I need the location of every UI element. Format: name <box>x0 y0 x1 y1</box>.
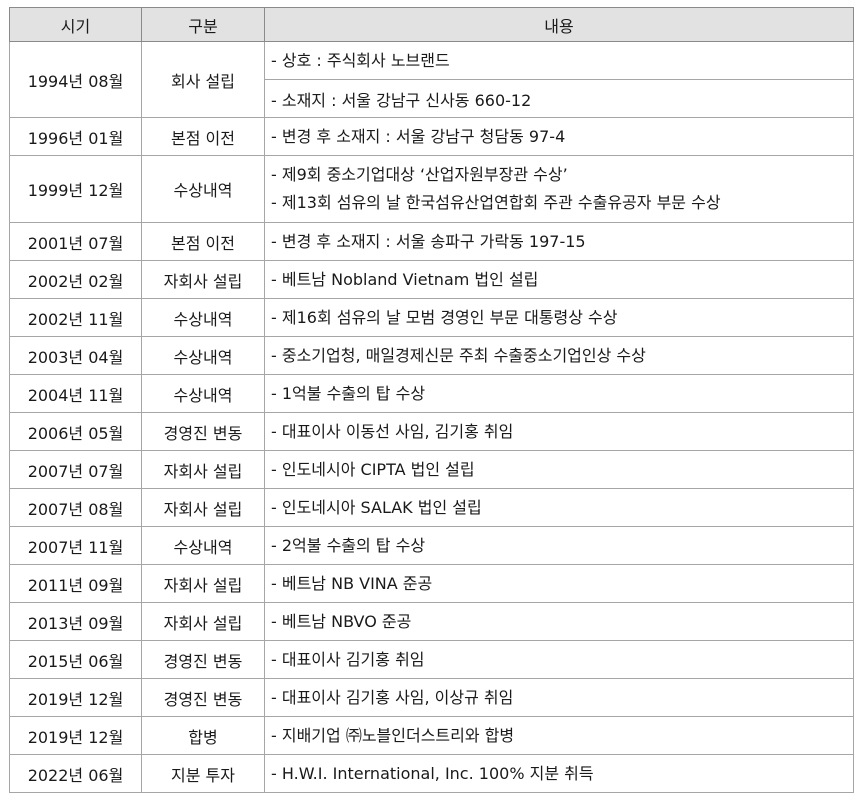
content-line: - 대표이사 김기홍 취임 <box>271 649 425 669</box>
row-category: 수상내역 <box>141 336 265 375</box>
content-line: - 1억불 수출의 탑 수상 <box>271 383 426 403</box>
row-content: - 변경 후 소재지 : 서울 강남구 청담동 97-4 <box>264 117 854 156</box>
content-line: - 변경 후 소재지 : 서울 송파구 가락동 197-15 <box>271 231 586 251</box>
content-line: - 베트남 NBVO 준공 <box>271 611 412 631</box>
row-date: 1996년 01월 <box>9 117 142 156</box>
content-line: - 베트남 Nobland Vietnam 법인 설립 <box>271 269 539 289</box>
content-line: - 인도네시아 SALAK 법인 설립 <box>271 497 482 517</box>
row-category: 본점 이전 <box>141 222 265 261</box>
table-row: 1999년 12월 수상내역 - 제9회 중소기업대상 ‘산업자원부장관 수상’ - … <box>9 155 854 223</box>
row-date: 2022년 06월 <box>9 754 142 793</box>
content-line: - 대표이사 이동선 사임, 김기홍 취임 <box>271 421 514 441</box>
row-date: 2001년 07월 <box>9 222 142 261</box>
table-row: 2019년 12월 경영진 변동 - 대표이사 김기홍 사임, 이상규 취임 <box>9 678 854 717</box>
row-content: - 베트남 NBVO 준공 <box>264 602 854 641</box>
row-content: - 제16회 섬유의 날 모범 경영인 부문 대통령상 수상 <box>264 298 854 337</box>
content-line: - 제9회 중소기업대상 ‘산업자원부장관 수상’ <box>271 165 568 184</box>
row-category: 수상내역 <box>141 374 265 413</box>
table-row: 1996년 01월 본점 이전 - 변경 후 소재지 : 서울 강남구 청담동 97… <box>9 117 854 156</box>
row-category: 회사 설립 <box>141 41 265 118</box>
row-date: 2019년 12월 <box>9 678 142 717</box>
header-content: 내용 <box>264 7 854 42</box>
table-row: 2003년 04월 수상내역 - 중소기업청, 매일경제신문 주최 수출중소기업인상… <box>9 336 854 375</box>
row-date: 2011년 09월 <box>9 564 142 603</box>
row-content: - 대표이사 김기홍 사임, 이상규 취임 <box>264 678 854 717</box>
content-line: - 지배기업 ㈜노블인더스트리와 합병 <box>271 725 515 745</box>
table-row: 2002년 02월 자회사 설립 - 베트남 Nobland Vietnam 법인 … <box>9 260 854 299</box>
row-category: 경영진 변동 <box>141 678 265 717</box>
row-date: 2019년 12월 <box>9 716 142 755</box>
content-line: - 2억불 수출의 탑 수상 <box>271 535 426 555</box>
table-row: 2007년 07월 자회사 설립 - 인도네시아 CIPTA 법인 설립 <box>9 450 854 489</box>
row-content: - 소재지 : 서울 강남구 신사동 660-12 <box>264 79 854 118</box>
content-line: - 인도네시아 CIPTA 법인 설립 <box>271 459 475 479</box>
row-content: - 2억불 수출의 탑 수상 <box>264 526 854 565</box>
row-category: 경영진 변동 <box>141 412 265 451</box>
row-date: 2007년 07월 <box>9 450 142 489</box>
content-line: - 변경 후 소재지 : 서울 강남구 청담동 97-4 <box>271 126 566 146</box>
row-content: - H.W.I. International, Inc. 100% 지분 취득 <box>264 754 854 793</box>
history-body: 1994년 08월 회사 설립 - 상호 : 주식회사 노브랜드 - 소재지 : 서울… <box>9 41 854 793</box>
table-row: 2004년 11월 수상내역 - 1억불 수출의 탑 수상 <box>9 374 854 413</box>
table-row: 2013년 09월 자회사 설립 - 베트남 NBVO 준공 <box>9 602 854 641</box>
content-line: - 제13회 섬유의 날 한국섬유산업연합회 주관 수출유공자 부문 수상 <box>271 193 721 212</box>
row-content: - 베트남 NB VINA 준공 <box>264 564 854 603</box>
content-line: - 제16회 섬유의 날 모범 경영인 부문 대통령상 수상 <box>271 307 618 327</box>
header-row: 시기 구분 내용 <box>9 7 854 42</box>
row-date: 2015년 06월 <box>9 640 142 679</box>
row-category: 자회사 설립 <box>141 450 265 489</box>
row-date: 1999년 12월 <box>9 155 142 223</box>
row-date: 2003년 04월 <box>9 336 142 375</box>
row-category: 합병 <box>141 716 265 755</box>
header-category: 구분 <box>141 7 265 42</box>
row-category: 자회사 설립 <box>141 602 265 641</box>
row-date: 2007년 11월 <box>9 526 142 565</box>
row-date: 2013년 09월 <box>9 602 142 641</box>
content-line: - 상호 : 주식회사 노브랜드 <box>271 50 450 70</box>
row-content: - 제9회 중소기업대상 ‘산업자원부장관 수상’ - 제13회 섬유의 날 한국… <box>264 155 854 223</box>
row-content: - 변경 후 소재지 : 서울 송파구 가락동 197-15 <box>264 222 854 261</box>
table-row: 2006년 05월 경영진 변동 - 대표이사 이동선 사임, 김기홍 취임 <box>9 412 854 451</box>
row-category: 수상내역 <box>141 155 265 223</box>
row-date: 2006년 05월 <box>9 412 142 451</box>
row-date: 1994년 08월 <box>9 41 142 118</box>
row-content: - 상호 : 주식회사 노브랜드 <box>264 41 854 80</box>
row-category: 자회사 설립 <box>141 488 265 527</box>
row-category: 본점 이전 <box>141 117 265 156</box>
header-date: 시기 <box>9 7 142 42</box>
table-row: 2007년 11월 수상내역 - 2억불 수출의 탑 수상 <box>9 526 854 565</box>
row-content: - 1억불 수출의 탑 수상 <box>264 374 854 413</box>
row-content: - 인도네시아 SALAK 법인 설립 <box>264 488 854 527</box>
content-line: - 베트남 NB VINA 준공 <box>271 573 433 593</box>
content-line: - 대표이사 김기홍 사임, 이상규 취임 <box>271 687 514 707</box>
table-row: 2007년 08월 자회사 설립 - 인도네시아 SALAK 법인 설립 <box>9 488 854 527</box>
row-content: - 대표이사 이동선 사임, 김기홍 취임 <box>264 412 854 451</box>
table-row: 2019년 12월 합병 - 지배기업 ㈜노블인더스트리와 합병 <box>9 716 854 755</box>
table-row: 2022년 06월 지분 투자 - H.W.I. International, In… <box>9 754 854 793</box>
row-category: 지분 투자 <box>141 754 265 793</box>
table-row: 2001년 07월 본점 이전 - 변경 후 소재지 : 서울 송파구 가락동 19… <box>9 222 854 261</box>
row-date: 2004년 11월 <box>9 374 142 413</box>
row-date: 2002년 02월 <box>9 260 142 299</box>
row-category: 자회사 설립 <box>141 564 265 603</box>
table-row: 2002년 11월 수상내역 - 제16회 섬유의 날 모범 경영인 부문 대통령상… <box>9 298 854 337</box>
table-row: 2015년 06월 경영진 변동 - 대표이사 김기홍 취임 <box>9 640 854 679</box>
table-row: 2011년 09월 자회사 설립 - 베트남 NB VINA 준공 <box>9 564 854 603</box>
row-content: - 대표이사 김기홍 취임 <box>264 640 854 679</box>
row-content: - 베트남 Nobland Vietnam 법인 설립 <box>264 260 854 299</box>
content-line: - H.W.I. International, Inc. 100% 지분 취득 <box>271 763 594 783</box>
row-content: - 지배기업 ㈜노블인더스트리와 합병 <box>264 716 854 755</box>
company-history-table: 시기 구분 내용 1994년 08월 회사 설립 - 상호 : 주식회사 노브랜드 -… <box>9 7 854 793</box>
row-category: 경영진 변동 <box>141 640 265 679</box>
row-content: - 중소기업청, 매일경제신문 주최 수출중소기업인상 수상 <box>264 336 854 375</box>
row-category: 자회사 설립 <box>141 260 265 299</box>
row-date: 2002년 11월 <box>9 298 142 337</box>
row-date: 2007년 08월 <box>9 488 142 527</box>
content-line: - 중소기업청, 매일경제신문 주최 수출중소기업인상 수상 <box>271 345 646 365</box>
row-category: 수상내역 <box>141 298 265 337</box>
table-row: 1994년 08월 회사 설립 - 상호 : 주식회사 노브랜드 <box>9 41 854 118</box>
row-content: - 인도네시아 CIPTA 법인 설립 <box>264 450 854 489</box>
row-category: 수상내역 <box>141 526 265 565</box>
